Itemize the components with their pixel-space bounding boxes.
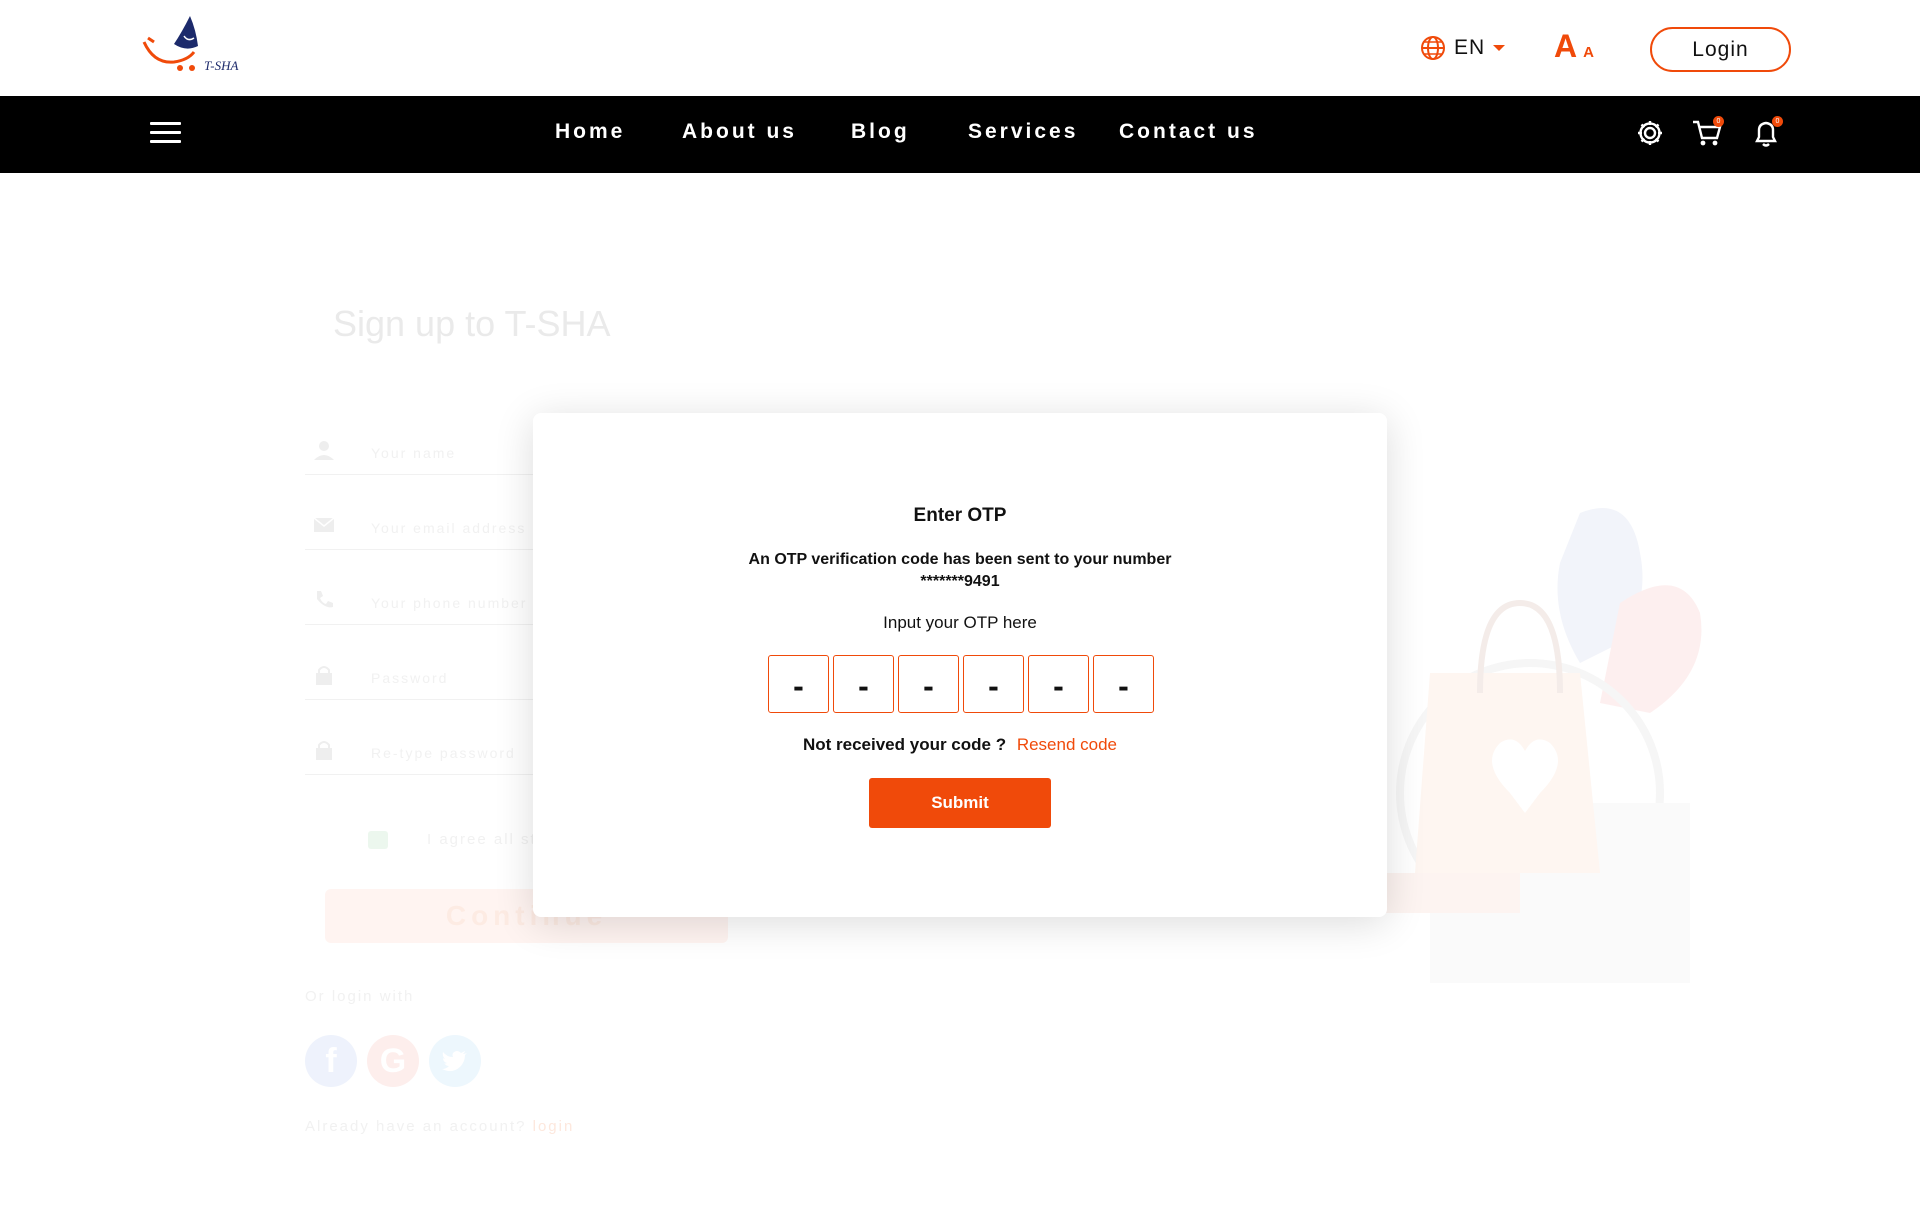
submit-button[interactable]: Submit <box>869 778 1051 828</box>
login-button[interactable]: Login <box>1650 27 1791 72</box>
otp-digit-1[interactable] <box>768 655 829 713</box>
logo-text: T-SHA <box>204 58 238 73</box>
otp-input-label: Input your OTP here <box>883 613 1037 632</box>
language-selector[interactable]: EN <box>1420 32 1506 64</box>
hamburger-menu-icon[interactable] <box>150 122 181 146</box>
masked-phone-number: *******9491 <box>920 573 1000 590</box>
otp-modal-title: Enter OTP <box>913 505 1007 526</box>
cart-count-badge: 0 <box>1713 116 1724 127</box>
not-received-text: Not received your code ? <box>802 735 1007 754</box>
resend-code-link[interactable]: Resend code <box>1017 735 1117 754</box>
bell-icon[interactable]: 0 <box>1749 116 1783 150</box>
resend-row: Not received your code ? Resend code <box>533 735 1387 755</box>
nav-item-home[interactable]: Home <box>555 120 625 144</box>
top-header: T-SHA EN A A Login <box>0 0 1920 96</box>
nav-item-services[interactable]: Services <box>968 120 1078 144</box>
gear-icon[interactable] <box>1633 116 1667 150</box>
otp-inputs <box>768 655 1154 713</box>
language-label: EN <box>1454 36 1486 59</box>
tsha-logo[interactable]: T-SHA <box>140 12 250 84</box>
globe-icon <box>1421 36 1445 60</box>
otp-digit-5[interactable] <box>1028 655 1089 713</box>
otp-message: An OTP verification code has been sent t… <box>533 549 1387 593</box>
nav-item-contact-us[interactable]: Contact us <box>1119 120 1258 144</box>
otp-modal: Enter OTP An OTP verification code has b… <box>533 413 1387 917</box>
caret-down-icon <box>1493 45 1506 51</box>
otp-digit-6[interactable] <box>1093 655 1154 713</box>
font-size-large: A <box>1554 28 1578 64</box>
otp-digit-3[interactable] <box>898 655 959 713</box>
cart-icon[interactable]: 0 <box>1690 116 1724 150</box>
notification-count-badge: 0 <box>1772 116 1783 127</box>
otp-message-text: An OTP verification code has been sent t… <box>748 551 1172 568</box>
main-nav: Home About us Blog Services Contact us 0… <box>0 96 1920 173</box>
nav-item-about-us[interactable]: About us <box>682 120 797 144</box>
font-size-toggle[interactable]: A A <box>1554 30 1594 62</box>
font-size-small: A <box>1583 44 1594 61</box>
nav-item-blog[interactable]: Blog <box>851 120 910 144</box>
otp-digit-2[interactable] <box>833 655 894 713</box>
otp-digit-4[interactable] <box>963 655 1024 713</box>
